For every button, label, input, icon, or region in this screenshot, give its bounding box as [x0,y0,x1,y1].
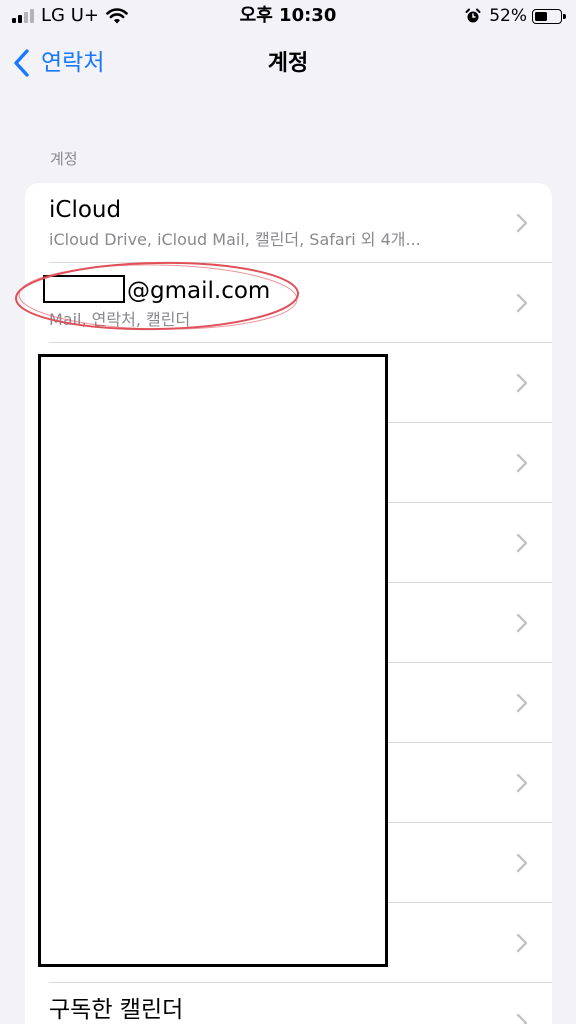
chevron-right-icon [516,213,528,233]
subscribed-calendars-row[interactable]: 구독한 캘린더 [25,983,552,1024]
chevron-right-icon [516,693,528,713]
page-title: 계정 [267,51,309,76]
chevron-right-icon [516,373,528,393]
subscribed-calendars-label: 구독한 캘린더 [49,997,184,1023]
redaction-box [38,354,388,967]
battery-fill [535,11,548,21]
chevron-right-icon [516,613,528,633]
highlight-annotation-ellipse [15,261,299,331]
battery-icon [532,8,566,24]
navigation-bar: 연락처 계정 [0,34,576,96]
status-right: 52% [465,5,566,27]
account-title: iCloud [49,197,122,223]
section-header: 계정 [50,150,78,168]
chevron-right-icon [516,933,528,953]
chevron-right-icon [516,533,528,553]
chevron-right-icon [516,1013,528,1024]
account-row-icloud[interactable]: iCloud iCloud Drive, iCloud Mail, 캘린더, S… [25,183,552,263]
battery-percent: 52% [489,6,527,26]
chevron-right-icon [516,773,528,793]
alarm-icon [465,8,481,23]
status-bar: LG U+ 오후 10:30 52% [0,0,576,34]
chevron-right-icon [516,853,528,873]
account-subtitle: iCloud Drive, iCloud Mail, 캘린더, Safari 외… [49,230,421,249]
chevron-right-icon [516,293,528,313]
chevron-right-icon [516,453,528,473]
